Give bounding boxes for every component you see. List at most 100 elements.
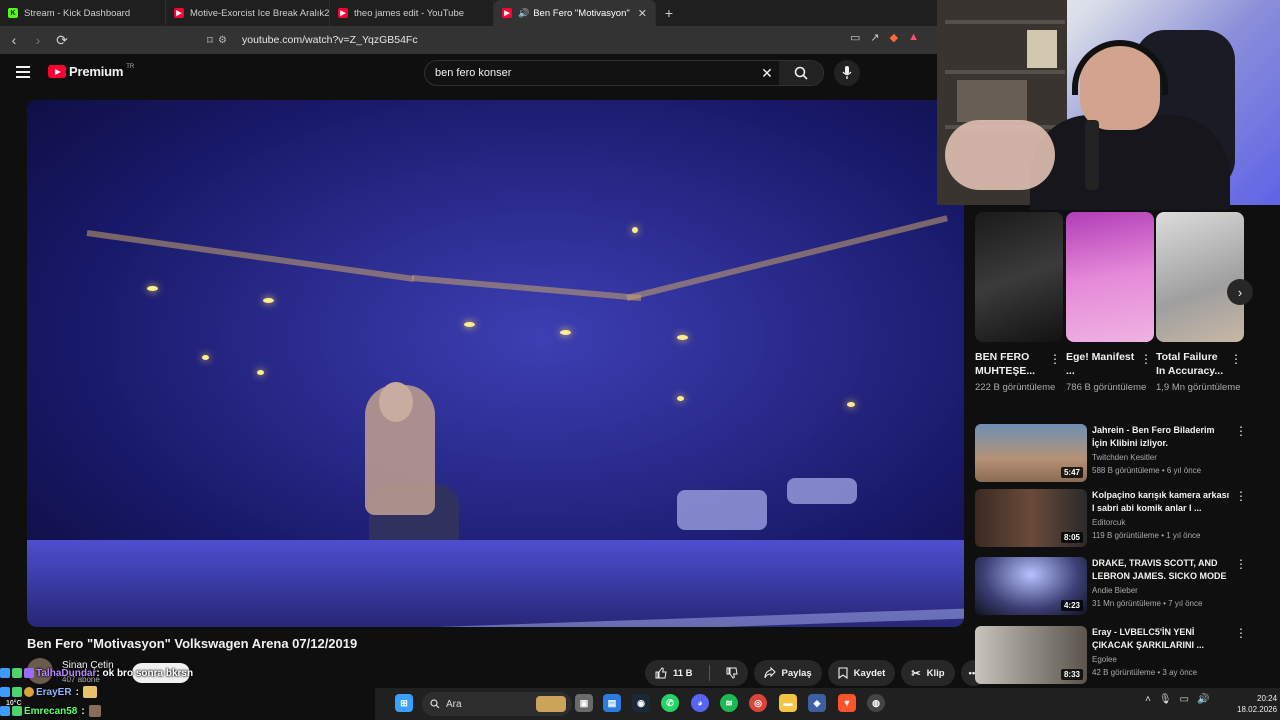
file-explorer-icon[interactable]: ▬ (779, 694, 797, 712)
search-icon (794, 66, 808, 80)
display-icon[interactable]: ▭ (1180, 694, 1189, 705)
search-highlight-icon (536, 696, 566, 712)
like-button[interactable]: 11 B (645, 660, 703, 686)
search-button[interactable] (779, 61, 823, 85)
save-button[interactable]: Kaydet (827, 660, 896, 686)
spotify-icon[interactable]: ≋ (720, 694, 738, 712)
video-title[interactable]: Eray - LVBELC5'İN YENİ ÇIKACAK ŞARKILARI… (1092, 626, 1232, 652)
shorts-next-button[interactable]: › (1227, 279, 1253, 305)
dislike-button[interactable] (716, 660, 748, 686)
windows-start-icon[interactable]: ⊞ (395, 694, 413, 712)
app-icon[interactable]: ◈ (808, 694, 826, 712)
system-tray: ˄ 🎙 ▭ 🔊 (1145, 694, 1209, 705)
short-card[interactable]: BEN FERO MUHTEŞE... ⋮ 222 B görüntüleme (975, 212, 1063, 393)
chat-text: : ok bro sonra bkrsn (96, 667, 194, 679)
like-count: 11 B (673, 667, 693, 679)
tab-kick-dashboard[interactable]: K Stream - Kick Dashboard (0, 0, 166, 26)
whatsapp-icon[interactable]: ✆ (661, 694, 679, 712)
video-thumbnail[interactable]: 8:05 (975, 489, 1087, 547)
short-thumbnail[interactable] (975, 212, 1063, 342)
bookmark-icon[interactable]: ⌑ (200, 30, 220, 50)
stage-light (257, 370, 264, 375)
thumbs-up-icon (655, 667, 667, 679)
tab-ben-fero-motivasyon[interactable]: ▶ 🔊 Ben Fero "Motivasyon" Volksw ✕ (494, 0, 656, 26)
more-vertical-icon[interactable]: ⋮ (1049, 352, 1061, 366)
more-vertical-icon[interactable]: ⋮ (1235, 489, 1247, 503)
chat-badge-icon (24, 668, 34, 678)
more-vertical-icon[interactable]: ⋮ (1235, 424, 1247, 438)
recommended-video[interactable]: 8:33 Eray - LVBELC5'İN YENİ ÇIKACAK ŞARK… (975, 626, 1247, 686)
more-vertical-icon[interactable]: ⋮ (1140, 352, 1152, 366)
chevron-right-icon: › (1237, 284, 1243, 300)
chat-text: : (81, 705, 85, 717)
chrome-icon[interactable]: ◎ (749, 694, 767, 712)
share-icon[interactable]: ↗ (870, 31, 879, 44)
video-thumbnail[interactable]: 4:23 (975, 557, 1087, 615)
cast-icon[interactable]: ▭ (850, 31, 860, 44)
video-player[interactable] (27, 100, 964, 627)
video-title[interactable]: Jahrein - Ben Fero Biladerim İçin Klibin… (1092, 424, 1232, 450)
tab-motive-exorcist[interactable]: ▶ Motive-Exorcist Ice Break Aralık2023 (166, 0, 330, 26)
new-tab-button[interactable]: + (656, 0, 682, 26)
video-title[interactable]: DRAKE, TRAVIS SCOTT, AND LEBRON JAMES. S… (1092, 557, 1232, 583)
video-meta: 119 B görüntüleme • 1 yıl önce (1092, 531, 1201, 540)
short-card[interactable]: Total Failure In Accuracy... ⋮ 1,9 Mn gö… (1156, 212, 1244, 393)
steam-icon[interactable]: ◉ (632, 694, 650, 712)
tab-theo-james-edit[interactable]: ▶ theo james edit - YouTube (330, 0, 494, 26)
short-title[interactable]: Ege! Manifest ... (1066, 350, 1138, 378)
recommended-video[interactable]: 5:47 Jahrein - Ben Fero Biladerim İçin K… (975, 424, 1247, 484)
url-field[interactable]: ⚙ youtube.com/watch?v=Z_YqzGB54Fc (218, 29, 938, 51)
more-vertical-icon[interactable]: ⋮ (1235, 557, 1247, 571)
stage-light (464, 322, 475, 327)
short-thumbnail[interactable] (1066, 212, 1154, 342)
chat-badge-icon (12, 668, 22, 678)
store-icon[interactable]: ▤ (603, 694, 621, 712)
chat-username: ErayER (36, 686, 72, 698)
video-thumbnail[interactable]: 5:47 (975, 424, 1087, 482)
short-title[interactable]: Total Failure In Accuracy... (1156, 350, 1228, 378)
short-title[interactable]: BEN FERO MUHTEŞE... (975, 350, 1047, 378)
rewards-icon[interactable]: ▲ (908, 31, 919, 44)
youtube-logo[interactable]: Premium TR (48, 64, 134, 79)
short-card[interactable]: Ege! Manifest ... ⋮ 786 B görüntüleme (1066, 212, 1154, 393)
brave-shield-icon[interactable]: ◆ (890, 31, 898, 44)
chevron-up-icon[interactable]: ˄ (1145, 694, 1151, 705)
more-vertical-icon[interactable]: ⋮ (1230, 352, 1242, 366)
microphone-icon[interactable]: 🎙 (1159, 694, 1172, 705)
short-thumbnail[interactable] (1156, 212, 1244, 342)
channel-name[interactable]: Andie Bieber (1092, 586, 1138, 595)
share-button[interactable]: Paylaş (753, 660, 822, 686)
taskbar-clock[interactable]: 20:24 18.02.2026 (1237, 693, 1277, 715)
tab-label: theo james edit - YouTube (354, 7, 465, 19)
logo-word: Premium (69, 64, 124, 79)
taskbar-search[interactable]: Ara (422, 692, 572, 716)
video-thumbnail[interactable]: 8:33 (975, 626, 1087, 684)
obs-icon[interactable]: ◍ (867, 694, 885, 712)
task-view-icon[interactable]: ▣ (575, 694, 593, 712)
chat-emote-icon (88, 705, 101, 717)
more-vertical-icon[interactable]: ⋮ (1235, 626, 1247, 640)
channel-name[interactable]: Egolee (1092, 655, 1117, 664)
like-dislike-group: 11 B (645, 660, 748, 686)
voice-search-button[interactable] (834, 60, 860, 86)
search-icon (430, 699, 440, 709)
chat-emote-icon (82, 686, 97, 698)
menu-icon[interactable] (16, 66, 30, 78)
recommended-video[interactable]: 4:23 DRAKE, TRAVIS SCOTT, AND LEBRON JAM… (975, 557, 1247, 617)
stage-light (147, 286, 158, 291)
search-input[interactable]: ben fero konser (425, 67, 755, 79)
video-title[interactable]: Kolpaçino karışık kamera arkası I sabri … (1092, 489, 1232, 515)
clear-search-icon[interactable]: ✕ (755, 65, 779, 82)
forward-icon[interactable]: › (28, 30, 48, 50)
close-tab-icon[interactable]: ✕ (638, 7, 647, 20)
clip-button[interactable]: ✂ Klip (901, 660, 955, 686)
recommended-video[interactable]: 8:05 Kolpaçino karışık kamera arkası I s… (975, 489, 1247, 549)
back-icon[interactable]: ‹ (4, 30, 24, 50)
discord-icon[interactable]: ◕ (691, 694, 709, 712)
reload-icon[interactable]: ⟳ (52, 30, 72, 50)
brave-icon[interactable]: ▼ (838, 694, 856, 712)
site-info-icon[interactable]: ⚙ (218, 35, 232, 46)
volume-icon[interactable]: 🔊 (1197, 694, 1209, 705)
channel-name[interactable]: Twitchden Kesitler (1092, 453, 1157, 462)
channel-name[interactable]: Editorcuk (1092, 518, 1125, 527)
